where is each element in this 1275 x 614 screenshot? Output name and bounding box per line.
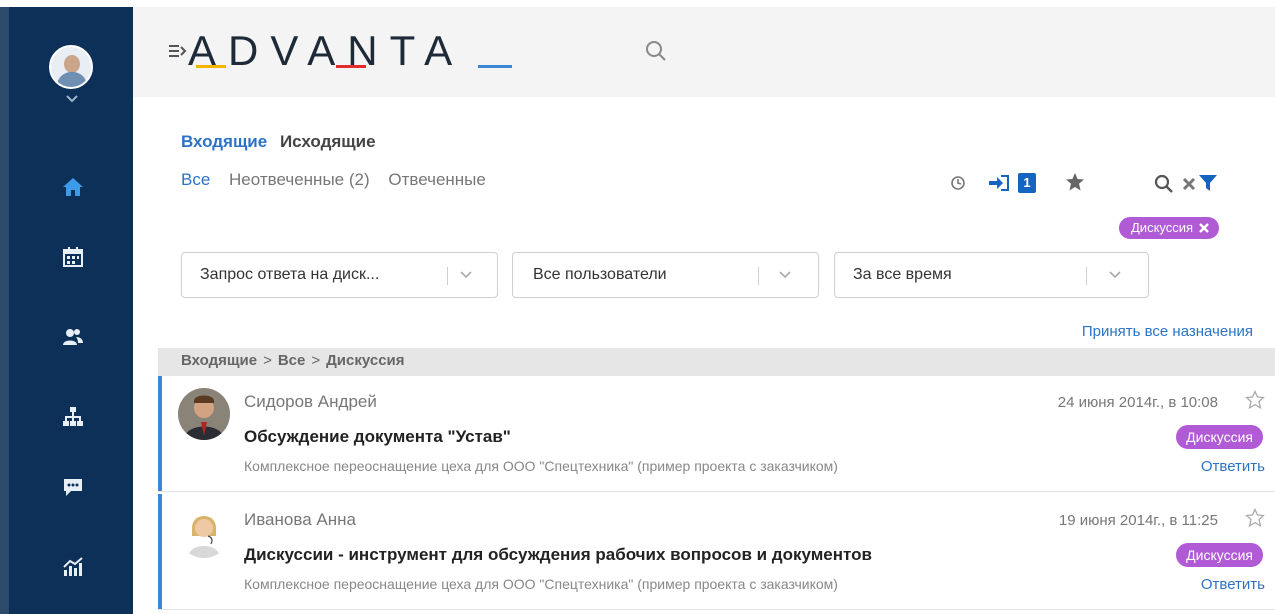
clock-icon[interactable] — [950, 175, 966, 191]
chat-icon[interactable] — [61, 475, 85, 499]
type-select-value: Запрос ответа на диск... — [200, 266, 380, 283]
star-filter-icon[interactable] — [1065, 172, 1085, 192]
users-select[interactable]: Все пользователи — [512, 252, 819, 298]
message-project: Комплексное переоснащение цеха для ООО "… — [244, 576, 838, 592]
message-author[interactable]: Сидоров Андрей — [244, 392, 377, 412]
period-select[interactable]: За все время — [834, 252, 1149, 298]
user-avatar[interactable] — [49, 45, 93, 89]
message-project: Комплексное переоснащение цеха для ООО "… — [244, 458, 838, 474]
unread-stripe — [158, 376, 162, 491]
main-content: Входящие Исходящие Все Неотвеченные (2) … — [158, 97, 1275, 614]
select-divider — [1086, 267, 1087, 285]
search-icon[interactable] — [645, 40, 667, 62]
breadcrumb-item: Дискуссия — [326, 352, 405, 369]
active-filter-label: Дискуссия — [1131, 220, 1194, 235]
unread-stripe — [158, 494, 162, 609]
avatar-head — [64, 55, 80, 73]
sidebar — [0, 7, 133, 614]
status-tabs: Все Неотвеченные (2) Отвеченные — [181, 170, 500, 190]
breadcrumb-item[interactable]: Все — [278, 352, 306, 369]
type-select[interactable]: Запрос ответа на диск... — [181, 252, 498, 298]
chevron-down-icon[interactable] — [459, 270, 473, 280]
tab-all[interactable]: Все — [181, 170, 210, 189]
breadcrumb-item[interactable]: Входящие — [181, 352, 257, 369]
logo-underline — [196, 65, 512, 68]
avatar — [178, 506, 230, 558]
reply-link[interactable]: Ответить — [1201, 576, 1265, 593]
menu-toggle-icon[interactable] — [169, 44, 187, 58]
star-icon[interactable] — [1245, 508, 1265, 528]
users-icon[interactable] — [61, 325, 85, 349]
incoming-count-badge: 1 — [1018, 173, 1036, 193]
top-strip — [0, 0, 1275, 7]
accept-all-link[interactable]: Принять все назначения — [1082, 323, 1253, 340]
message-author[interactable]: Иванова Анна — [244, 510, 356, 530]
breadcrumb: Входящие > Все > Дискуссия — [158, 348, 1275, 376]
list-item[interactable]: Сидоров Андрей 24 июня 2014г., в 10:08 О… — [158, 376, 1275, 492]
direction-tabs: Входящие Исходящие — [181, 132, 376, 152]
message-date: 19 июня 2014г., в 11:25 — [1058, 512, 1218, 529]
tab-outgoing[interactable]: Исходящие — [280, 132, 376, 151]
chevron-down-icon[interactable] — [65, 93, 79, 105]
star-icon[interactable] — [1245, 390, 1265, 410]
search-filter-icon[interactable] — [1154, 174, 1174, 194]
tab-unanswered[interactable]: Неотвеченные (2) — [229, 170, 370, 189]
message-subject[interactable]: Дискуссии - инструмент для обсуждения ра… — [244, 545, 872, 565]
tab-answered[interactable]: Отвеченные — [388, 170, 486, 189]
avatar-torso — [57, 72, 87, 87]
sign-in-icon[interactable] — [988, 174, 1010, 192]
select-divider — [758, 267, 759, 285]
users-select-value: Все пользователи — [533, 266, 667, 283]
tab-incoming[interactable]: Входящие — [181, 132, 267, 151]
chevron-down-icon[interactable] — [778, 270, 792, 280]
discussion-tag: Дискуссия — [1176, 543, 1263, 567]
discussion-tag: Дискуссия — [1176, 425, 1263, 449]
message-subject[interactable]: Обсуждение документа "Устав" — [244, 427, 511, 447]
filter-icon[interactable] — [1198, 173, 1218, 193]
calendar-icon[interactable] — [61, 245, 85, 269]
avatar — [178, 388, 230, 440]
org-structure-icon[interactable] — [61, 405, 85, 429]
active-filter-chip[interactable]: Дискуссия — [1119, 217, 1220, 239]
header: ADVANTA — [133, 7, 1275, 97]
clear-filter-icon[interactable] — [1182, 177, 1196, 191]
chevron-down-icon[interactable] — [1108, 270, 1122, 280]
analytics-icon[interactable] — [61, 555, 85, 579]
home-icon[interactable] — [61, 175, 85, 199]
reply-link[interactable]: Ответить — [1201, 458, 1265, 475]
message-date: 24 июня 2014г., в 10:08 — [1057, 394, 1218, 411]
remove-filter-icon[interactable] — [1199, 223, 1209, 233]
period-select-value: За все время — [853, 266, 952, 283]
list-item[interactable]: Иванова Анна 19 июня 2014г., в 11:25 Дис… — [158, 494, 1275, 610]
select-divider — [447, 267, 448, 285]
